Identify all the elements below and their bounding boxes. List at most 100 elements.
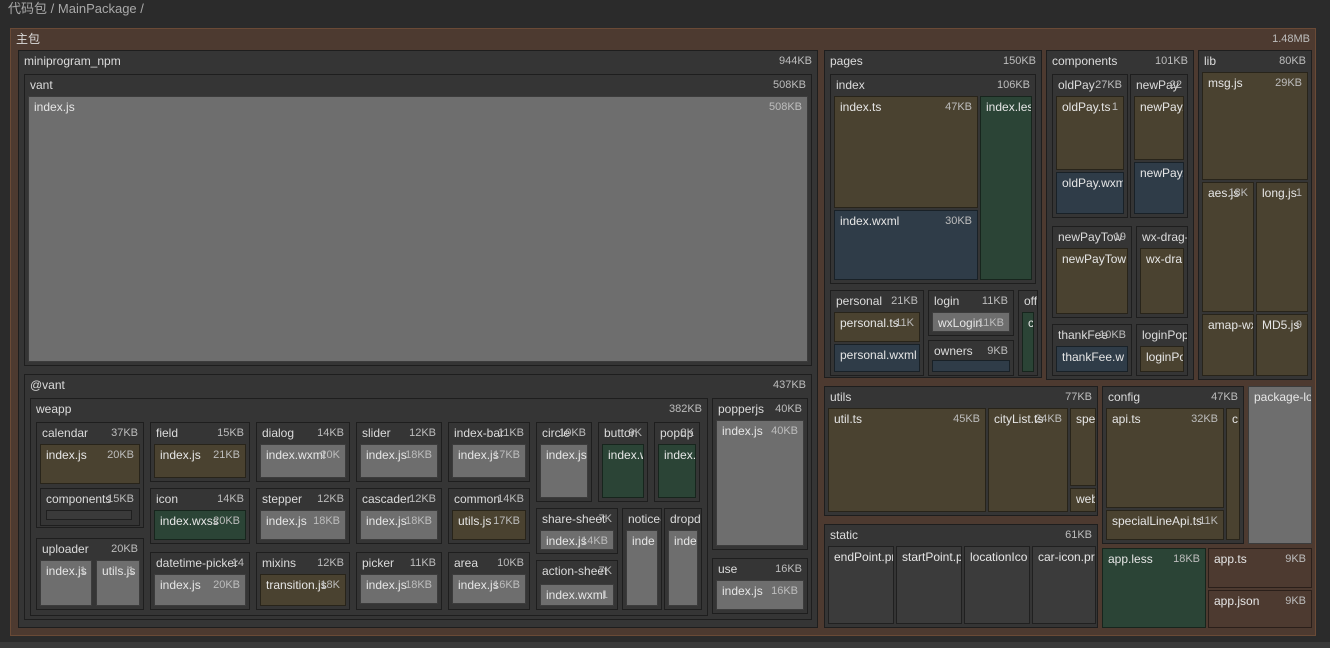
node-label: index.js — [34, 100, 75, 114]
treemap-file-app-ts[interactable]: app.ts 9KB — [1208, 548, 1312, 588]
treemap-file-index-js[interactable]: index.js 18KB — [360, 444, 438, 478]
treemap-file-index-js[interactable]: index.js 40KB — [716, 420, 804, 546]
treemap-file-startpoint-p[interactable]: startPoint.p — [896, 546, 962, 624]
treemap-file-utils-js[interactable]: utils.js 1 — [96, 560, 140, 606]
node-label: long.js — [1262, 186, 1297, 200]
node-size: 21KB — [213, 449, 240, 461]
bottom-scrollbar[interactable] — [0, 642, 1330, 648]
treemap-file-index-ts[interactable]: index.ts 47KB — [834, 96, 978, 208]
node-size: 382KB — [668, 403, 702, 415]
node-size: 61KB — [1065, 529, 1092, 541]
treemap-file-index-w[interactable]: index.w — [602, 444, 644, 498]
treemap-file-loginpo[interactable]: loginPo — [1140, 346, 1184, 372]
node-label: pages — [830, 54, 863, 68]
treemap-file-index-js[interactable]: index.js 18KB — [360, 574, 438, 604]
treemap-file-aes-js[interactable]: aes.js 18K — [1202, 182, 1254, 312]
treemap-file-index-js[interactable]: index.js 20KB — [154, 574, 246, 606]
node-size: 18K — [320, 579, 340, 591]
treemap-file-index-js[interactable]: index.js 1 — [40, 560, 92, 606]
node-size: 1 — [79, 565, 86, 577]
treemap-file-c[interactable]: c — [1022, 312, 1034, 372]
treemap-file-item[interactable] — [932, 360, 1010, 372]
node-size: 1 — [1295, 187, 1302, 199]
node-label: app.json — [1214, 594, 1260, 608]
treemap-file-index-js[interactable]: index.js 14KB — [540, 530, 614, 550]
treemap-file-oldpay-wxml[interactable]: oldPay.wxml — [1056, 172, 1124, 214]
treemap-file-inde[interactable]: inde — [668, 530, 698, 606]
node-size: 27KB — [1095, 79, 1122, 91]
node-size: 37KB — [111, 427, 138, 439]
treemap-file-app-json[interactable]: app.json 9KB — [1208, 590, 1312, 628]
treemap-file-locationico[interactable]: locationIco — [964, 546, 1030, 624]
treemap-file-index-js[interactable]: index.js 16KB — [452, 574, 526, 604]
treemap-file-car-icon-pr[interactable]: car-icon.pr — [1032, 546, 1096, 624]
node-label: spe — [1076, 412, 1096, 426]
treemap-file-index-js[interactable]: index.js 16KB — [716, 580, 804, 610]
treemap-file-index-less[interactable]: index.less — [980, 96, 1032, 280]
treemap-file-index-wxml[interactable]: index.wxml 1 — [540, 584, 614, 606]
treemap-file-personal-wxml[interactable]: personal.wxml — [834, 344, 920, 372]
treemap-file-index[interactable]: index. — [658, 444, 696, 498]
node-size: 14KB — [581, 535, 608, 547]
treemap-folder-components[interactable]: components 15KB — [40, 488, 140, 526]
node-label: c — [1232, 412, 1238, 426]
treemap-file-package-lo[interactable]: package-lo — [1248, 386, 1312, 544]
node-size: 19 — [1113, 231, 1126, 243]
treemap-file-index-js[interactable]: index.js 508KB — [28, 96, 808, 362]
treemap-file-speciallineapi-ts[interactable]: specialLineApi.ts 11K — [1106, 510, 1224, 540]
treemap-file-index-js[interactable]: index.js — [540, 444, 588, 498]
treemap-file-app-less[interactable]: app.less 18KB — [1102, 548, 1206, 628]
treemap-file-wxlogin[interactable]: wxLogin 11KB — [932, 312, 1010, 332]
node-label: dropdo — [670, 512, 701, 526]
node-size: 11KB — [409, 557, 436, 569]
treemap-file-wx-dra[interactable]: wx-dra — [1140, 248, 1184, 314]
node-label: index.js — [46, 448, 87, 462]
treemap-file-index-js[interactable]: index.js 21KB — [154, 444, 246, 478]
treemap-file-spe[interactable]: spe — [1070, 408, 1096, 486]
treemap-file-md5-js[interactable]: MD5.js 9 — [1256, 314, 1308, 376]
node-size: 15KB — [217, 427, 244, 439]
treemap-file-index-wxss[interactable]: index.wxss 20KB — [154, 510, 246, 540]
treemap-file-newpay[interactable]: newPay. — [1134, 162, 1184, 214]
treemap-file-index-js[interactable]: index.js 18KB — [260, 510, 346, 540]
treemap-file-web[interactable]: web — [1070, 488, 1096, 512]
node-label: config — [1108, 390, 1141, 404]
treemap-file-newpaytow[interactable]: newPayTow — [1056, 248, 1128, 314]
treemap-file-index-wxml[interactable]: index.wxml 30KB — [834, 210, 978, 280]
node-size: 14KB — [497, 493, 524, 505]
node-size: 14KB — [217, 493, 244, 505]
treemap-file-oldpay-ts[interactable]: oldPay.ts 1 — [1056, 96, 1124, 170]
treemap-file-util-ts[interactable]: util.ts 45KB — [828, 408, 986, 512]
treemap-file-personal-ts[interactable]: personal.ts 11K — [834, 312, 920, 342]
node-label: oldPay — [1058, 78, 1095, 92]
node-label: picker — [362, 556, 395, 570]
node-label: app.less — [1108, 552, 1153, 566]
treemap-file-amap-wx[interactable]: amap-wx — [1202, 314, 1254, 376]
node-label: share-sheet — [542, 512, 606, 526]
node-label: index.wxml — [840, 214, 900, 228]
treemap-file-thankfee-w[interactable]: thankFee.w — [1056, 346, 1128, 372]
treemap-file-inde[interactable]: inde — [626, 530, 658, 606]
node-label: utils.js — [458, 514, 492, 528]
treemap-file-index-js[interactable]: index.js 20KB — [40, 444, 140, 484]
treemap-file-transition-js[interactable]: transition.js 18K — [260, 574, 346, 606]
treemap-file-endpoint-pr[interactable]: endPoint.pr — [828, 546, 894, 624]
treemap-file-index-js[interactable]: index.js 17KB — [452, 444, 526, 478]
treemap-file-utils-js[interactable]: utils.js 17KB — [452, 510, 526, 540]
node-label: cascader — [362, 492, 411, 506]
node-label: off — [1024, 294, 1038, 308]
node-label: wxLogin — [938, 316, 983, 330]
treemap-file-index-js[interactable]: index.js 18KB — [360, 510, 438, 540]
treemap-file-msg-js[interactable]: msg.js 29KB — [1202, 72, 1308, 180]
node-size: 40KB — [775, 403, 802, 415]
node-label: personal.ts — [840, 316, 899, 330]
treemap-file-citylist-ts[interactable]: cityList.ts 24KB — [988, 408, 1068, 512]
treemap-file-index-wxml[interactable]: index.wxml 20K — [260, 444, 346, 478]
treemap-file-c[interactable]: c — [1226, 408, 1240, 540]
node-label: stepper — [262, 492, 303, 506]
node-size: 9KB — [1285, 595, 1306, 607]
treemap-file-api-ts[interactable]: api.ts 32KB — [1106, 408, 1224, 508]
treemap-file-long-js[interactable]: long.js 1 — [1256, 182, 1308, 312]
node-label: index.ts — [840, 100, 882, 114]
treemap-file-newpay[interactable]: newPay. — [1134, 96, 1184, 160]
